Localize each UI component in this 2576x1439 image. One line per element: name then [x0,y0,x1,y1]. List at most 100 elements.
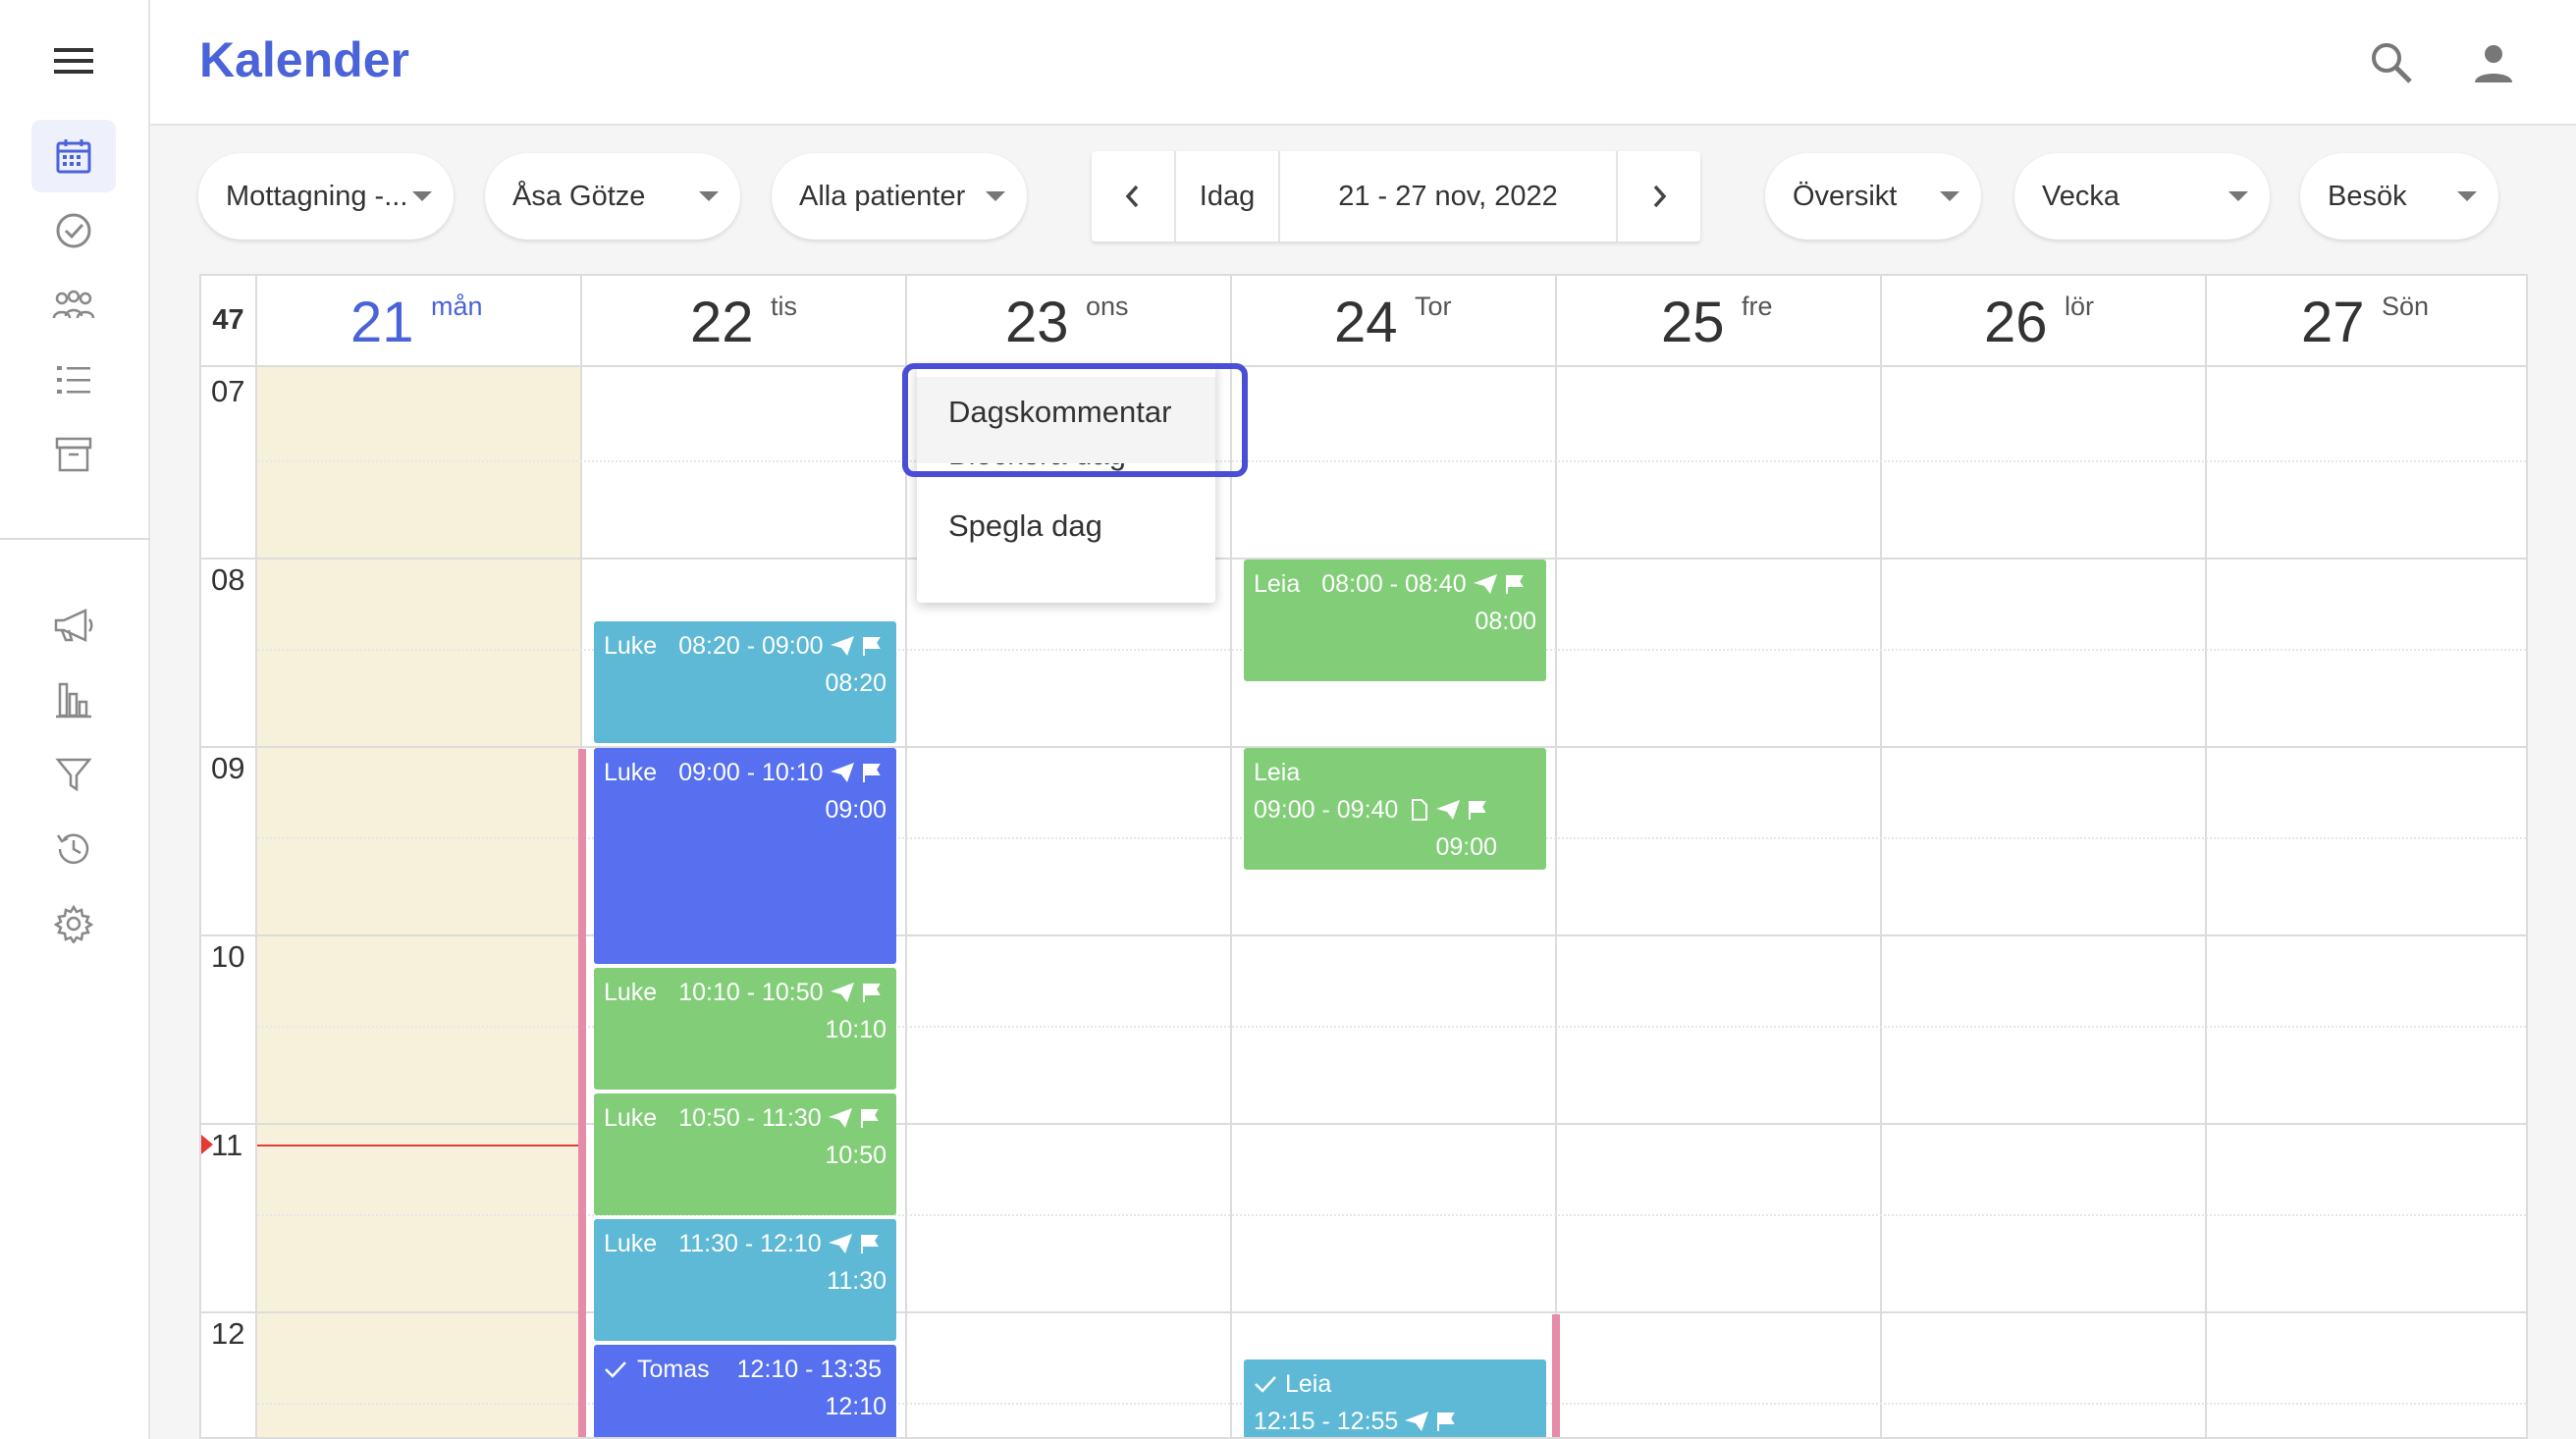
send-icon [1436,800,1461,820]
day-name: Tor [1415,292,1452,321]
appointment[interactable]: Luke 10:50 - 11:30 10:50 [594,1093,896,1215]
day-header-tue[interactable]: 22 tis [582,276,907,367]
appointment-start: 08:20 [825,669,886,697]
appointment-time: 09:00 - 09:40 [1254,796,1399,824]
day-header-fri[interactable]: 25 fre [1557,276,1882,367]
prev-week-button[interactable] [1092,151,1176,241]
date-navigator: Idag 21 - 27 nov, 2022 [1092,151,1700,241]
bar-chart-icon[interactable] [31,664,116,736]
appointment-time: 09:00 - 10:10 [678,759,824,786]
patient-name: Leia [1254,570,1301,598]
half-hour-line [257,460,2526,462]
header: Kalender [150,0,2576,126]
chevron-down-icon [2457,191,2477,201]
grid-line [1230,367,1232,1437]
menu-item-mirror-day[interactable]: Spegla dag [948,508,1102,544]
appointment-time: 08:20 - 09:00 [678,632,824,660]
type-select[interactable]: Besök [2300,153,2498,240]
day-number: 23 [1005,291,1069,354]
megaphone-icon[interactable] [31,589,116,662]
sidebar-divider [0,538,150,540]
settings-icon[interactable] [31,887,116,960]
appointment[interactable]: Luke 11:30 - 12:10 11:30 [594,1219,896,1341]
patients-select-label: Alla patienter [799,180,966,212]
appointment[interactable]: Tomas 12:10 - 13:35 12:10 [594,1345,896,1437]
day-header-sun[interactable]: 27 Sön [2207,276,2526,367]
week-calendar: 47 21 mån 22 tis 23 ons 24 Tor 25 fre 26… [199,274,2528,1439]
current-time-marker [201,1135,213,1154]
appointment[interactable]: Luke 09:00 - 10:10 09:00 [594,748,896,964]
document-icon [1412,799,1428,821]
appointment[interactable]: Luke 10:10 - 10:50 10:10 [594,968,896,1090]
grid-line [1880,367,1882,1437]
patient-name: Luke [604,1230,658,1257]
day-name: mån [431,292,483,321]
chevron-down-icon [2228,191,2248,201]
chevron-left-icon [1125,185,1139,208]
practitioner-select-label: Åsa Götze [512,180,646,212]
appointment[interactable]: Luke 08:20 - 09:00 08:20 [594,621,896,743]
menu-icon[interactable] [31,25,116,97]
group-icon[interactable] [31,269,116,342]
user-icon[interactable] [2464,33,2523,92]
list-icon[interactable] [31,344,116,416]
appointment-start: 10:50 [825,1142,886,1169]
appointment-time: 10:10 - 10:50 [678,979,824,1006]
day-header-sat[interactable]: 26 lör [1882,276,2207,367]
view-mode-select[interactable]: Översikt [1765,153,1981,240]
check-circle-icon[interactable] [31,194,116,267]
flag-icon [860,1109,879,1128]
chevron-down-icon [986,191,1005,201]
grid-line [2205,367,2207,1437]
appointment[interactable]: Leia 12:15 - 12:55 [1244,1359,1546,1437]
hour-line [201,934,2526,936]
send-icon [1473,574,1497,594]
appointment-time: 08:00 - 08:40 [1321,570,1467,598]
day-number: 27 [2301,291,2365,354]
hour-label: 08 [211,562,245,597]
hour-label: 11 [211,1128,243,1162]
next-week-button[interactable] [1618,151,1700,241]
appointment-time: 11:30 - 12:10 [678,1230,822,1257]
flag-icon [1469,801,1487,820]
day-number: 21 [350,291,414,354]
calendar-icon[interactable] [31,120,116,192]
appointment-start: 11:30 [827,1267,886,1295]
flag-icon [1505,575,1524,594]
chevron-right-icon [1653,185,1667,208]
day-header-mon[interactable]: 21 mån [257,276,582,367]
flag-icon [862,764,881,782]
flag-icon [862,637,881,656]
patient-name: Luke [604,632,658,660]
check-icon [605,1361,626,1378]
period-select[interactable]: Vecka [2014,153,2270,240]
patients-select[interactable]: Alla patienter [772,153,1027,240]
day-name: lör [2065,292,2095,321]
appointment[interactable]: Leia 09:00 - 09:40 09:00 [1244,748,1546,870]
patient-name: Luke [604,979,658,1006]
search-icon[interactable] [2362,33,2421,92]
grid-line [905,367,907,1437]
flag-icon [1437,1412,1456,1431]
history-icon[interactable] [31,813,116,885]
availability-bar [1552,1314,1560,1437]
availability-bar [578,749,586,1437]
patient-name: Tomas [637,1356,710,1383]
day-header-thu[interactable]: 24 Tor [1232,276,1557,367]
appointment[interactable]: Leia 08:00 - 08:40 08:00 [1244,560,1546,681]
chevron-down-icon [1940,191,1959,201]
send-icon [830,763,854,782]
today-button[interactable]: Idag [1176,151,1280,241]
focus-ring [902,363,1248,477]
send-icon [828,1234,852,1253]
day-number: 24 [1334,291,1398,354]
day-header-wed[interactable]: 23 ons [907,276,1232,367]
today-column-bg [257,367,581,1437]
view-mode-label: Översikt [1793,180,1898,212]
check-icon [1255,1376,1276,1393]
practitioner-select[interactable]: Åsa Götze [485,153,740,240]
day-number: 22 [690,291,754,354]
archive-icon[interactable] [31,418,116,491]
filter-icon[interactable] [31,738,116,811]
clinic-select[interactable]: Mottagning -... [198,153,454,240]
